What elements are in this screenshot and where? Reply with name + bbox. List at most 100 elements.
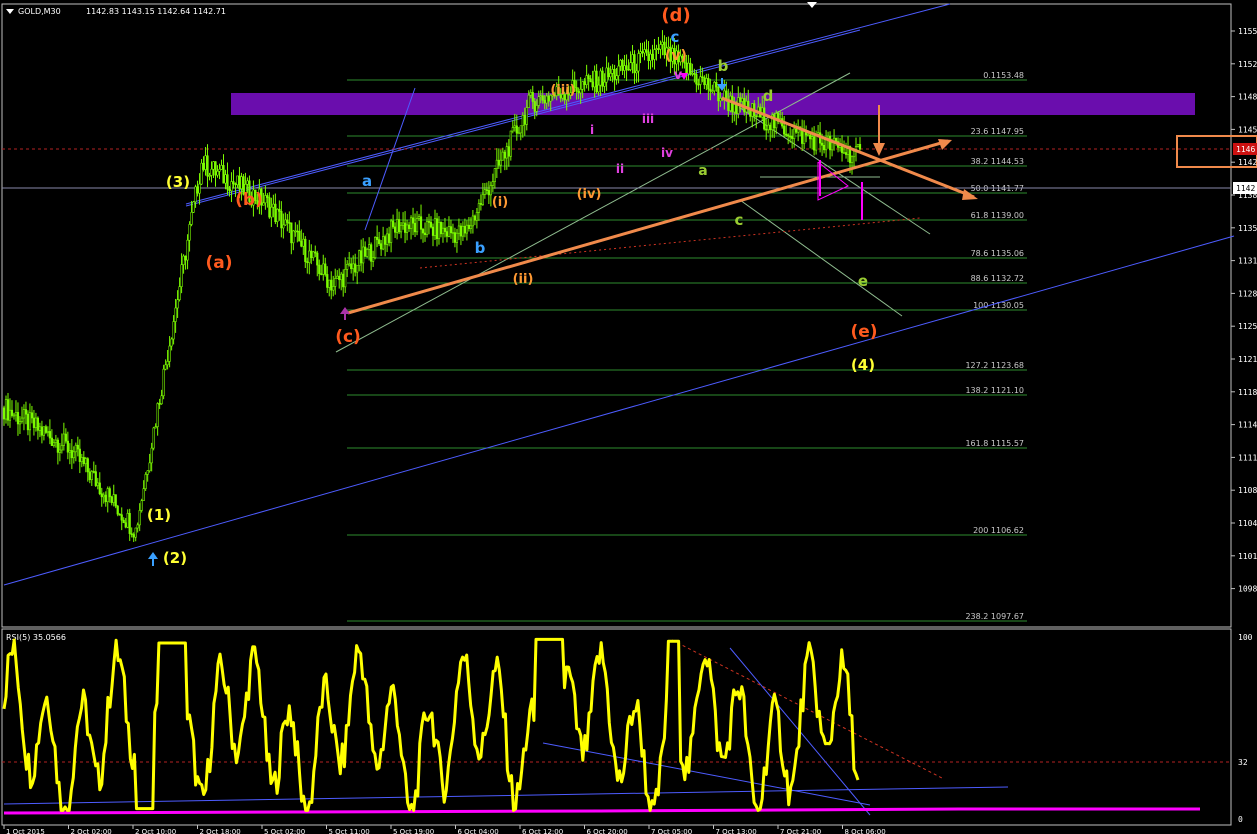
candle-body xyxy=(312,251,315,259)
fibonacci-levels[interactable]: 0.1153.4823.6 1147.9538.2 1144.5350.0 11… xyxy=(347,71,1027,622)
candle-body xyxy=(407,224,411,229)
candle-body xyxy=(409,217,413,229)
candle-body xyxy=(100,493,103,498)
candle-body xyxy=(230,181,233,192)
candle-body xyxy=(346,263,349,270)
candle-body xyxy=(431,226,435,236)
candle-body xyxy=(226,174,229,190)
candle-body xyxy=(597,84,600,93)
lower-channel-line[interactable] xyxy=(3,235,1235,586)
wave-label: v xyxy=(674,68,683,83)
candle-body xyxy=(587,75,590,80)
candle-body xyxy=(705,78,708,86)
candle-body xyxy=(826,135,830,139)
candle-body xyxy=(170,338,173,347)
candle-body xyxy=(132,534,135,538)
candle-body xyxy=(515,125,518,134)
candle-body xyxy=(268,197,271,218)
candle-body xyxy=(455,232,459,243)
candle-body xyxy=(397,219,401,233)
candle-body xyxy=(178,286,181,301)
candle-body xyxy=(591,81,594,88)
price-axis-label: 1121 xyxy=(1238,355,1257,364)
candle-body xyxy=(76,444,79,450)
dotted-red-trend[interactable] xyxy=(419,217,921,269)
candle-body xyxy=(240,176,243,189)
candle-body xyxy=(609,73,612,78)
candle-body xyxy=(735,104,738,114)
candle-body xyxy=(136,524,139,529)
candle-body xyxy=(36,417,40,431)
price-axis-label: 1148 xyxy=(1238,93,1257,102)
candle-body xyxy=(731,95,734,113)
fib-label: 238.2 1097.67 xyxy=(965,612,1024,621)
price-axis-label: 1118 xyxy=(1238,388,1257,397)
candle-body xyxy=(120,514,123,521)
magenta-triangle[interactable] xyxy=(817,161,849,201)
wave-label: c xyxy=(735,211,744,229)
candle-body xyxy=(318,264,321,274)
wave-label: (3) xyxy=(166,173,190,191)
price-axis-label: 1142 xyxy=(1238,158,1257,167)
resistance-zone[interactable] xyxy=(231,93,1195,115)
candle-body xyxy=(447,226,451,237)
candle-body xyxy=(465,224,469,234)
candle-body xyxy=(326,274,329,288)
candle-body xyxy=(28,412,32,431)
wave-label: (b) xyxy=(235,190,263,210)
fib-label: 38.2 1144.53 xyxy=(971,157,1024,166)
candle-body xyxy=(820,142,824,146)
candle-body xyxy=(336,275,339,279)
candle-body xyxy=(503,151,506,159)
candle-body xyxy=(401,222,405,226)
candle-body xyxy=(856,144,860,147)
candle-body xyxy=(30,412,34,419)
candle-body xyxy=(156,403,159,427)
candle-body xyxy=(10,409,14,416)
candle-body xyxy=(785,133,788,136)
candle-body xyxy=(613,69,616,80)
candle-body xyxy=(366,249,369,257)
candle-body xyxy=(441,227,445,235)
candle-body xyxy=(58,449,61,453)
candle-body xyxy=(655,48,658,50)
candle-body xyxy=(803,130,806,144)
candle-body xyxy=(196,186,199,194)
candle-body xyxy=(627,69,630,71)
rsi-trendline-1[interactable] xyxy=(542,742,871,806)
candle-body xyxy=(629,62,632,70)
price-axis-label: 1128 xyxy=(1238,289,1257,298)
candle-body xyxy=(362,246,365,264)
candle-body xyxy=(42,426,46,436)
candle-body xyxy=(605,67,608,83)
candle-body xyxy=(154,426,157,429)
candle-body xyxy=(2,407,6,420)
wave-label: i xyxy=(590,123,594,137)
candle-body xyxy=(270,206,273,218)
candle-body xyxy=(617,65,620,77)
wave-label: iv xyxy=(661,146,673,160)
candle-body xyxy=(583,81,586,85)
candle-body xyxy=(382,236,385,250)
candle-body xyxy=(358,250,361,266)
wave-label: d xyxy=(763,87,774,105)
candle-body xyxy=(140,500,143,511)
candle-body xyxy=(94,471,97,486)
candle-body xyxy=(306,261,309,263)
candle-body xyxy=(278,208,281,212)
candle-body xyxy=(643,49,646,54)
candle-body xyxy=(88,471,91,481)
candle-body xyxy=(715,82,718,88)
candle-body xyxy=(423,232,427,235)
candle-body xyxy=(68,450,71,453)
candle-body xyxy=(639,51,642,54)
candle-body xyxy=(707,78,710,90)
candle-body xyxy=(811,136,814,140)
candle-body xyxy=(44,426,48,433)
collapse-triangle-icon[interactable] xyxy=(6,9,14,14)
candle-body xyxy=(834,137,838,142)
price-axis-label: 1098 xyxy=(1238,585,1257,594)
candle-body xyxy=(479,203,482,205)
candle-body xyxy=(651,53,654,60)
candle-body xyxy=(376,237,379,240)
